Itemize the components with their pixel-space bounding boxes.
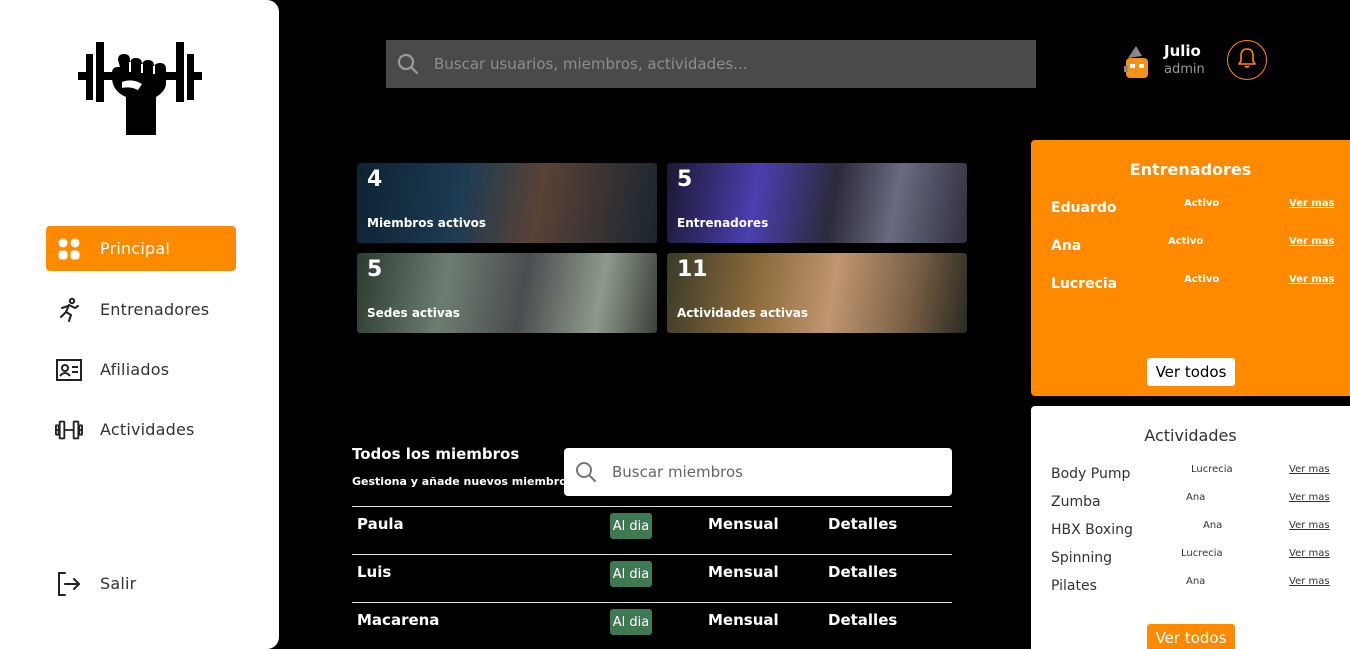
member-name: Macarena	[357, 611, 440, 629]
table-row: Macarena Al dia Mensual Detalles	[352, 602, 952, 649]
see-more-link[interactable]: Ver mas	[1289, 274, 1335, 285]
see-more-link[interactable]: Ver mas	[1289, 198, 1335, 209]
activity-trainer: Ana	[1186, 492, 1206, 503]
grid-icon	[55, 235, 83, 263]
member-name: Paula	[357, 515, 404, 533]
stat-card-actividades[interactable]: 11 Actividades activas	[667, 253, 967, 333]
stat-label: Miembros activos	[367, 216, 487, 230]
member-name: Luis	[357, 563, 392, 581]
activity-name: Spinning	[1051, 550, 1113, 566]
stat-label: Sedes activas	[367, 306, 460, 320]
members-subtitle: Gestiona y añade nuevos miembros	[352, 475, 574, 488]
status-badge: Al dia	[610, 513, 652, 539]
details-link[interactable]: Detalles	[828, 515, 897, 533]
id-card-icon	[55, 356, 83, 384]
view-all-trainers-button[interactable]: Ver todos	[1147, 358, 1235, 386]
activity-name: Body Pump	[1051, 466, 1131, 482]
user-role: admin	[1164, 62, 1205, 77]
sidebar-item-label: Afiliados	[100, 360, 170, 379]
status-badge: Al dia	[610, 609, 652, 635]
member-plan: Mensual	[708, 563, 779, 581]
stat-card-miembros[interactable]: 4 Miembros activos	[357, 163, 657, 243]
status-badge: Al dia	[610, 561, 652, 587]
activities-title: Actividades	[1144, 426, 1237, 445]
sidebar-item-salir[interactable]: Salir	[46, 561, 236, 606]
view-all-activities-button[interactable]: Ver todos	[1147, 624, 1235, 649]
global-search-input[interactable]	[434, 55, 1014, 73]
sidebar-item-afiliados[interactable]: Afiliados	[46, 347, 236, 392]
sidebar-item-principal[interactable]: Principal	[46, 226, 236, 271]
sidebar-item-actividades[interactable]: Actividades	[46, 407, 236, 452]
bell-icon	[1237, 47, 1257, 73]
details-link[interactable]: Detalles	[828, 563, 897, 581]
avatar	[1124, 44, 1164, 80]
trainers-title: Entrenadores	[1129, 160, 1252, 179]
trainer-status: Activo	[1184, 274, 1220, 285]
trainer-status: Activo	[1184, 198, 1220, 209]
trainer-name: Lucrecia	[1051, 276, 1118, 292]
global-search[interactable]	[386, 40, 1036, 88]
activity-trainer: Ana	[1203, 520, 1223, 531]
stat-card-sedes[interactable]: 5 Sedes activas	[357, 253, 657, 333]
members-search-input[interactable]	[612, 463, 932, 481]
logout-icon	[55, 570, 83, 598]
see-more-link[interactable]: Ver mas	[1289, 576, 1330, 587]
sidebar-item-label: Actividades	[100, 420, 195, 439]
list-item: Pilates Ana Ver mas	[1031, 576, 1350, 600]
dumbbell-icon	[55, 416, 83, 444]
sidebar-item-label: Entrenadores	[100, 300, 210, 319]
members-title: Todos los miembros	[352, 445, 520, 463]
see-more-link[interactable]: Ver mas	[1289, 464, 1330, 475]
member-plan: Mensual	[708, 611, 779, 629]
activity-name: Zumba	[1051, 494, 1101, 510]
activities-panel: Actividades Body Pump Lucrecia Ver mas Z…	[1031, 406, 1350, 649]
activity-trainer: Lucrecia	[1181, 548, 1223, 559]
sidebar-item-entrenadores[interactable]: Entrenadores	[46, 287, 236, 332]
notifications-button[interactable]	[1227, 40, 1267, 80]
stat-card-entrenadores[interactable]: 5 Entrenadores	[667, 163, 967, 243]
see-more-link[interactable]: Ver mas	[1289, 520, 1330, 531]
stat-value: 5	[367, 257, 383, 282]
search-icon	[396, 52, 420, 76]
user-profile[interactable]: Julio admin	[1124, 40, 1214, 84]
activity-trainer: Ana	[1186, 576, 1206, 587]
details-link[interactable]: Detalles	[828, 611, 897, 629]
running-person-icon	[55, 296, 83, 324]
trainers-panel: Entrenadores Eduardo Activo Ver mas Ana …	[1031, 140, 1350, 396]
members-search[interactable]	[564, 448, 952, 496]
list-item: HBX Boxing Ana Ver mas	[1031, 520, 1350, 544]
trainer-name: Ana	[1051, 238, 1082, 254]
activity-name: Pilates	[1051, 578, 1097, 594]
trainer-name: Eduardo	[1051, 200, 1117, 216]
stat-value: 4	[367, 167, 383, 192]
see-more-link[interactable]: Ver mas	[1289, 236, 1335, 247]
stat-value: 11	[677, 257, 708, 282]
app-root: Principal Entrenadores Afiliados Activid…	[0, 0, 1350, 649]
gym-logo-icon	[76, 40, 206, 144]
list-item: Lucrecia Activo Ver mas	[1031, 274, 1350, 300]
stat-label: Actividades activas	[677, 306, 809, 320]
sidebar-item-label: Principal	[100, 239, 170, 258]
list-item: Spinning Lucrecia Ver mas	[1031, 548, 1350, 572]
sidebar: Principal Entrenadores Afiliados Activid…	[0, 0, 279, 649]
see-more-link[interactable]: Ver mas	[1289, 548, 1330, 559]
user-name: Julio	[1164, 42, 1201, 60]
list-item: Zumba Ana Ver mas	[1031, 492, 1350, 516]
list-item: Ana Activo Ver mas	[1031, 236, 1350, 262]
stat-label: Entrenadores	[677, 216, 769, 230]
table-row: Luis Al dia Mensual Detalles	[352, 554, 952, 602]
see-more-link[interactable]: Ver mas	[1289, 492, 1330, 503]
stat-value: 5	[677, 167, 693, 192]
member-plan: Mensual	[708, 515, 779, 533]
activity-name: HBX Boxing	[1051, 522, 1133, 538]
trainer-status: Activo	[1168, 236, 1204, 247]
activity-trainer: Lucrecia	[1191, 464, 1233, 475]
list-item: Body Pump Lucrecia Ver mas	[1031, 464, 1350, 488]
table-row: Paula Al dia Mensual Detalles	[352, 506, 952, 554]
logout-label: Salir	[100, 574, 137, 593]
list-item: Eduardo Activo Ver mas	[1031, 198, 1350, 224]
search-icon	[574, 460, 598, 484]
